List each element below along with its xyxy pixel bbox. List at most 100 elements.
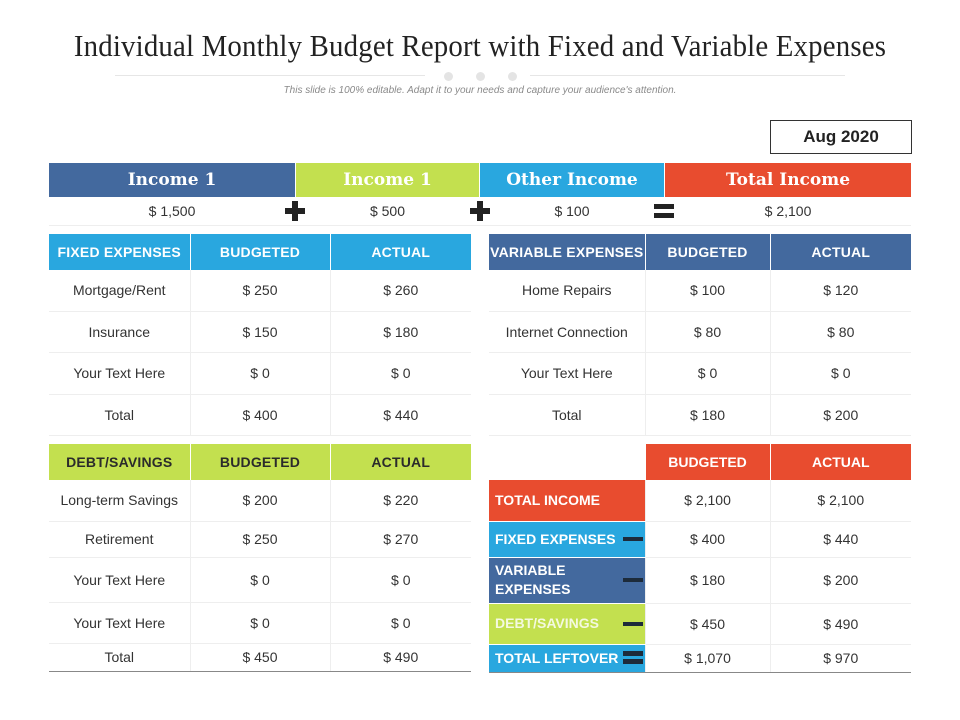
summary-label: DEBT/SAVINGS (489, 603, 646, 645)
actual-value: $ 490 (330, 643, 471, 672)
total-row: Total $ 450 $ 490 (49, 643, 471, 672)
actual-value: $ 220 (330, 480, 471, 522)
budgeted-value: $ 200 (190, 480, 331, 522)
actual-header: ACTUAL (770, 234, 911, 270)
item-label: Total (49, 394, 191, 436)
budgeted-value: $ 180 (645, 557, 771, 604)
item-label: Long-term Savings (49, 480, 191, 522)
budgeted-value: $ 100 (645, 270, 771, 312)
actual-value: $ 270 (330, 521, 471, 558)
variable-expenses-table: VARIABLE EXPENSES BUDGETED ACTUAL Home R… (489, 234, 911, 436)
divider-dot-icon (508, 72, 517, 81)
actual-header: ACTUAL (330, 234, 471, 270)
table-row: Your Text Here $ 0 $ 0 (49, 602, 471, 644)
budgeted-value: $ 80 (645, 311, 771, 353)
total-row: Total $ 180 $ 200 (489, 394, 911, 436)
summary-row-variable-expenses: VARIABLE EXPENSES $ 180 $ 200 (489, 557, 911, 604)
item-label: Insurance (49, 311, 191, 353)
table-row: Long-term Savings $ 200 $ 220 (49, 480, 471, 522)
fixed-expenses-table: FIXED EXPENSES BUDGETED ACTUAL Mortgage/… (49, 234, 471, 436)
budgeted-value: $ 400 (645, 521, 771, 558)
debt-savings-table: DEBT/SAVINGS BUDGETED ACTUAL Long-term S… (49, 444, 471, 672)
equals-icon (654, 204, 674, 218)
item-label: Mortgage/Rent (49, 270, 191, 312)
divider-dot-icon (444, 72, 453, 81)
budgeted-value: $ 0 (190, 602, 331, 644)
table-row: Your Text Here $ 0 $ 0 (49, 557, 471, 603)
title-divider-right (530, 75, 845, 76)
page-title: Individual Monthly Budget Report with Fi… (73, 28, 887, 63)
income-header-2: Income 1 (296, 163, 479, 197)
summary-label: TOTAL LEFTOVER (489, 644, 646, 673)
budgeted-value: $ 180 (645, 394, 771, 436)
item-label: Total (489, 394, 646, 436)
total-row: Total $ 400 $ 440 (49, 394, 471, 436)
table-row: Mortgage/Rent $ 250 $ 260 (49, 270, 471, 312)
budgeted-value: $ 150 (190, 311, 331, 353)
budgeted-value: $ 0 (190, 557, 331, 603)
actual-value: $ 260 (330, 270, 471, 312)
actual-value: $ 440 (330, 394, 471, 436)
budgeted-header: BUDGETED (645, 444, 771, 480)
fixed-expenses-header: FIXED EXPENSES (49, 234, 191, 270)
actual-value: $ 120 (770, 270, 911, 312)
item-label: Your Text Here (489, 352, 646, 395)
minus-icon (622, 621, 643, 626)
plus-icon (470, 201, 490, 221)
actual-value: $ 80 (770, 311, 911, 353)
summary-row-debt-savings: DEBT/SAVINGS $ 450 $ 490 (489, 603, 911, 645)
title-divider-left (115, 75, 425, 76)
table-row: Home Repairs $ 100 $ 120 (489, 270, 911, 312)
item-label: Total (49, 643, 191, 672)
summary-label: FIXED EXPENSES (489, 521, 646, 558)
item-label: Your Text Here (49, 602, 191, 644)
actual-value: $ 0 (330, 557, 471, 603)
budgeted-value: $ 0 (645, 352, 771, 395)
income-header-1: Income 1 (49, 163, 295, 197)
summary-label-text: TOTAL LEFTOVER (495, 649, 619, 666)
actual-value: $ 180 (330, 311, 471, 353)
income-2-value: $ 500 (369, 203, 406, 219)
budgeted-value: $ 0 (190, 352, 331, 395)
summary-label-text: DEBT/SAVINGS (495, 615, 599, 631)
actual-header: ACTUAL (770, 444, 911, 480)
summary-label: VARIABLE EXPENSES (489, 557, 646, 604)
actual-value: $ 440 (770, 521, 911, 558)
budgeted-value: $ 450 (190, 643, 331, 672)
summary-label-text: FIXED EXPENSES (495, 530, 616, 547)
actual-value: $ 970 (770, 644, 911, 673)
summary-label: TOTAL INCOME (489, 480, 646, 522)
summary-row-total-leftover: TOTAL LEFTOVER $ 1,070 $ 970 (489, 644, 911, 673)
budgeted-value: $ 250 (190, 521, 331, 558)
report-date: Aug 2020 (770, 120, 912, 154)
actual-value: $ 490 (770, 603, 911, 645)
total-income-header: Total Income (665, 163, 911, 197)
variable-expenses-header: VARIABLE EXPENSES (489, 234, 646, 270)
item-label: Your Text Here (49, 557, 191, 603)
item-label: Retirement (49, 521, 191, 558)
total-income-value: $ 2,100 (764, 203, 812, 219)
actual-value: $ 0 (330, 352, 471, 395)
budgeted-header: BUDGETED (190, 234, 331, 270)
budgeted-value: $ 400 (190, 394, 331, 436)
actual-value: $ 200 (770, 394, 911, 436)
table-row: Insurance $ 150 $ 180 (49, 311, 471, 353)
item-label: Your Text Here (49, 352, 191, 395)
debt-savings-header: DEBT/SAVINGS (49, 444, 191, 480)
actual-value: $ 2,100 (770, 480, 911, 522)
table-row: Retirement $ 250 $ 270 (49, 521, 471, 558)
summary-blank-header (489, 444, 646, 480)
subtitle: This slide is 100% editable. Adapt it to… (283, 85, 677, 96)
other-income-header: Other Income (480, 163, 664, 197)
divider-dot-icon (476, 72, 485, 81)
table-row: Internet Connection $ 80 $ 80 (489, 311, 911, 353)
summary-row-total-income: TOTAL INCOME $ 2,100 $ 2,100 (489, 480, 911, 522)
actual-header: ACTUAL (330, 444, 471, 480)
item-label: Internet Connection (489, 311, 646, 353)
summary-table: BUDGETED ACTUAL TOTAL INCOME $ 2,100 $ 2… (489, 444, 911, 673)
item-label: Home Repairs (489, 270, 646, 312)
summary-label-text: VARIABLE EXPENSES (495, 562, 571, 597)
budgeted-header: BUDGETED (645, 234, 771, 270)
budgeted-header: BUDGETED (190, 444, 331, 480)
income-1-value: $ 1,500 (148, 203, 196, 219)
